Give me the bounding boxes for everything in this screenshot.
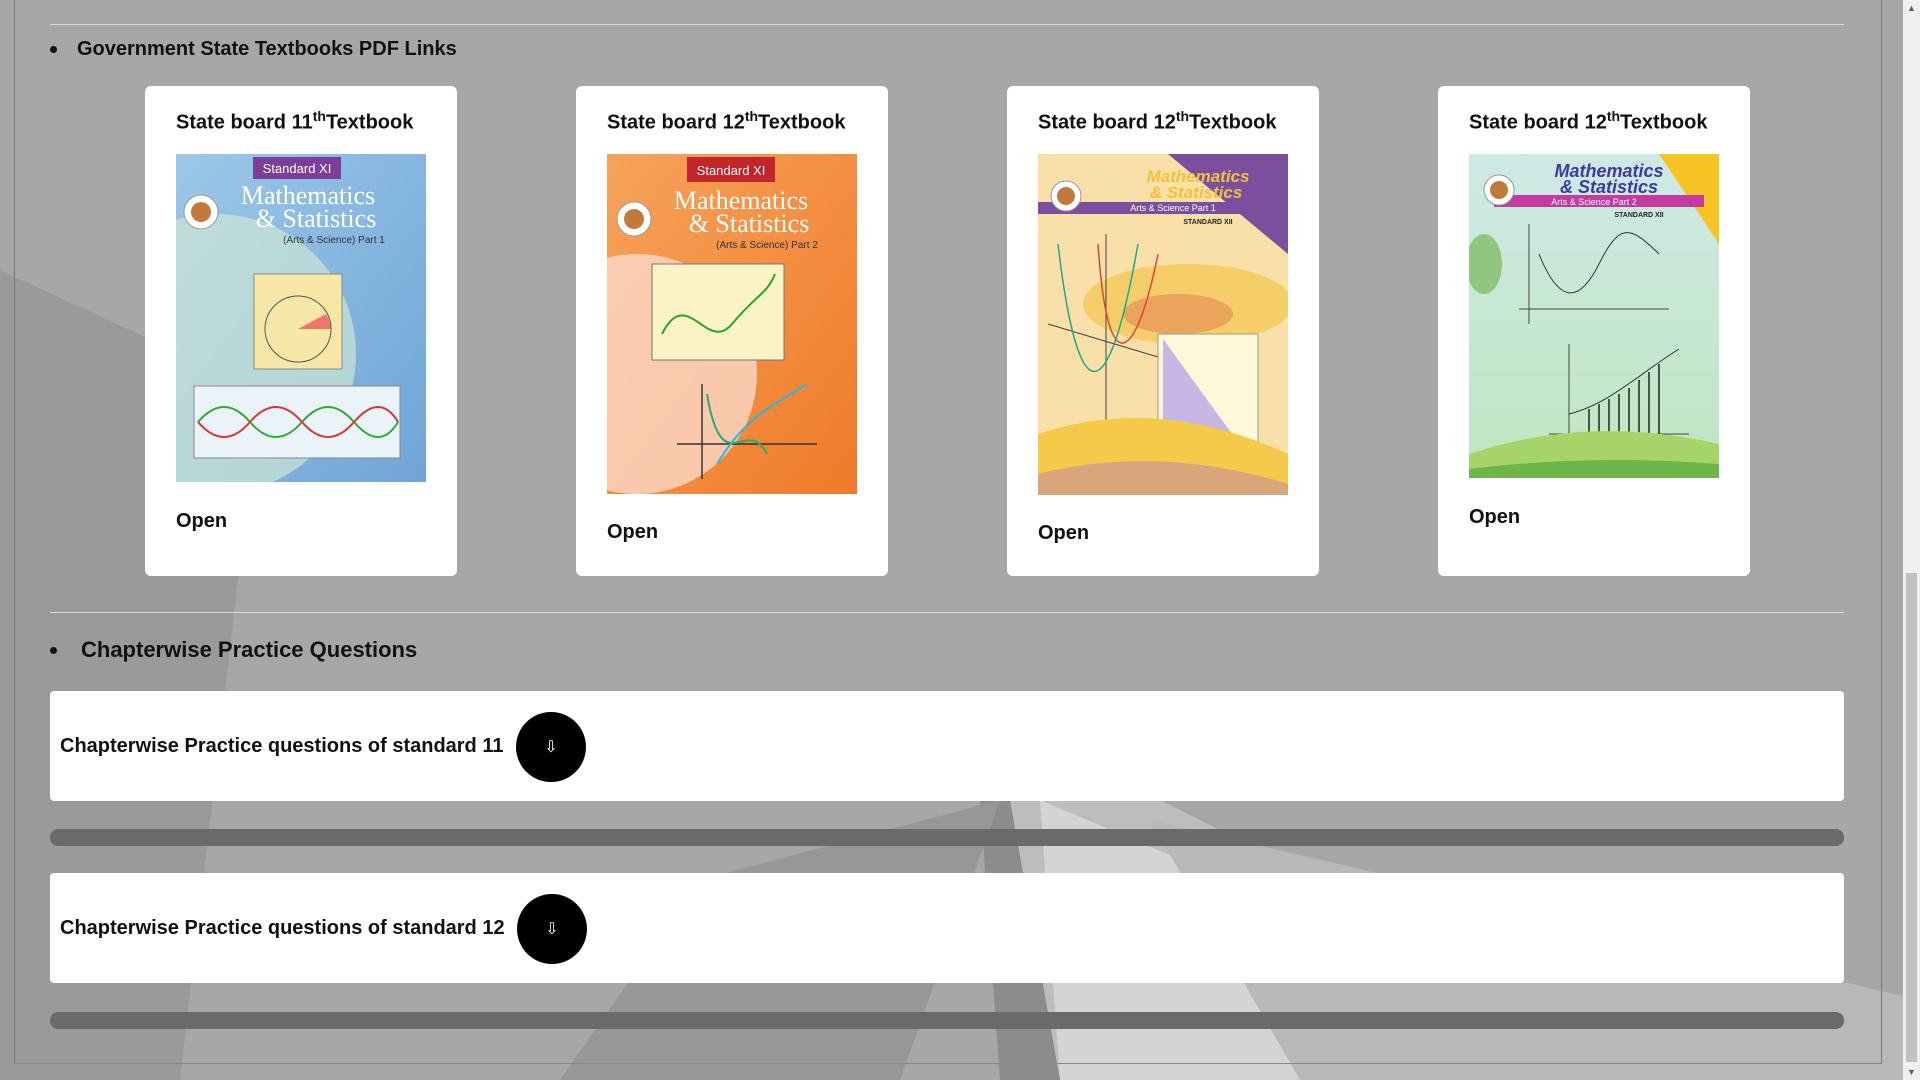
progress-bar bbox=[50, 1012, 1844, 1029]
open-link[interactable]: Open bbox=[176, 510, 227, 533]
svg-text:Standard XI: Standard XI bbox=[263, 161, 332, 176]
bullet-icon bbox=[50, 646, 57, 654]
card-title-text: State board 12 bbox=[607, 111, 745, 134]
textbook-card: State board 12thTextbook Mathematics & S… bbox=[1438, 86, 1750, 576]
svg-text:(Arts & Science) Part 2: (Arts & Science) Part 2 bbox=[716, 240, 818, 251]
textbooks-heading: Government State Textbooks PDF Links bbox=[77, 38, 457, 60]
svg-text:& Statistics: & Statistics bbox=[689, 209, 810, 238]
open-link[interactable]: Open bbox=[1038, 522, 1089, 545]
download-arrow-icon[interactable]: ⇩ bbox=[517, 894, 587, 964]
svg-text:STANDARD XII: STANDARD XII bbox=[1183, 219, 1232, 226]
card-title-suffix: Textbook bbox=[1189, 111, 1277, 134]
practice-heading: Chapterwise Practice Questions bbox=[81, 637, 418, 662]
card-title-suffix: Textbook bbox=[325, 111, 414, 134]
textbook-cover-image[interactable]: Standard XI Mathematics & Statistics (Ar… bbox=[607, 154, 857, 494]
svg-text:Arts & Science Part 1: Arts & Science Part 1 bbox=[1130, 203, 1216, 213]
svg-text:(Arts & Science) Part 1: (Arts & Science) Part 1 bbox=[283, 235, 385, 246]
section-heading-textbooks: Government State Textbooks PDF Links bbox=[50, 38, 457, 61]
textbook-card: State board 12thTextbook Standard XI Mat… bbox=[576, 86, 888, 576]
practice-label: Chapterwise Practice questions of standa… bbox=[60, 917, 505, 939]
card-title: State board 11thTextbook bbox=[176, 108, 413, 135]
svg-text:STANDARD XII: STANDARD XII bbox=[1614, 212, 1663, 219]
bullet-icon bbox=[50, 46, 57, 53]
scroll-up-icon[interactable]: ▲ bbox=[1903, 0, 1920, 16]
textbook-cover-image[interactable]: Standard XI Mathematics & Statistics (Ar… bbox=[176, 154, 426, 482]
card-title-suffix: Textbook bbox=[758, 111, 846, 134]
svg-text:Standard XI: Standard XI bbox=[697, 163, 766, 178]
divider bbox=[50, 24, 1844, 25]
textbook-card: State board 12thTextbook Mathematics & S… bbox=[1007, 86, 1319, 576]
svg-text:& Statistics: & Statistics bbox=[1150, 183, 1243, 202]
card-title-sup: th bbox=[1175, 108, 1190, 124]
textbook-cover-image[interactable]: Mathematics & Statistics Arts & Science … bbox=[1038, 154, 1288, 495]
vertical-scrollbar[interactable]: ▲ ▼ bbox=[1903, 0, 1920, 1080]
svg-text:Arts & Science Part 2: Arts & Science Part 2 bbox=[1551, 197, 1637, 207]
card-title-text: State board 11 bbox=[176, 111, 313, 134]
open-link[interactable]: Open bbox=[1469, 506, 1520, 529]
scroll-thumb[interactable] bbox=[1906, 573, 1917, 1062]
scroll-down-icon[interactable]: ▼ bbox=[1903, 1064, 1920, 1080]
card-title: State board 12thTextbook bbox=[1038, 108, 1276, 135]
svg-text:& Statistics: & Statistics bbox=[1560, 177, 1658, 197]
svg-text:& Statistics: & Statistics bbox=[256, 204, 377, 233]
card-title-suffix: Textbook bbox=[1620, 111, 1708, 134]
card-title-text: State board 12 bbox=[1469, 111, 1607, 134]
card-title: State board 12thTextbook bbox=[1469, 108, 1707, 135]
card-title-text: State board 12 bbox=[1038, 111, 1176, 134]
section-heading-practice: Chapterwise Practice Questions bbox=[50, 637, 417, 663]
card-title-sup: th bbox=[1606, 108, 1621, 124]
textbook-card: State board 11thTextbook Standard XI Mat… bbox=[145, 86, 457, 576]
open-link[interactable]: Open bbox=[607, 521, 658, 544]
progress-bar bbox=[50, 829, 1844, 846]
card-title-sup: th bbox=[744, 108, 759, 124]
download-arrow-icon[interactable]: ⇩ bbox=[516, 712, 586, 782]
card-title-sup: th bbox=[312, 108, 326, 124]
practice-label: Chapterwise Practice questions of standa… bbox=[60, 735, 504, 757]
textbook-cover-image[interactable]: Mathematics & Statistics Arts & Science … bbox=[1469, 154, 1719, 478]
card-title: State board 12thTextbook bbox=[607, 108, 845, 135]
practice-panel-12: Chapterwise Practice questions of standa… bbox=[50, 873, 1844, 983]
divider bbox=[50, 612, 1844, 613]
practice-panel-11: Chapterwise Practice questions of standa… bbox=[50, 691, 1844, 801]
